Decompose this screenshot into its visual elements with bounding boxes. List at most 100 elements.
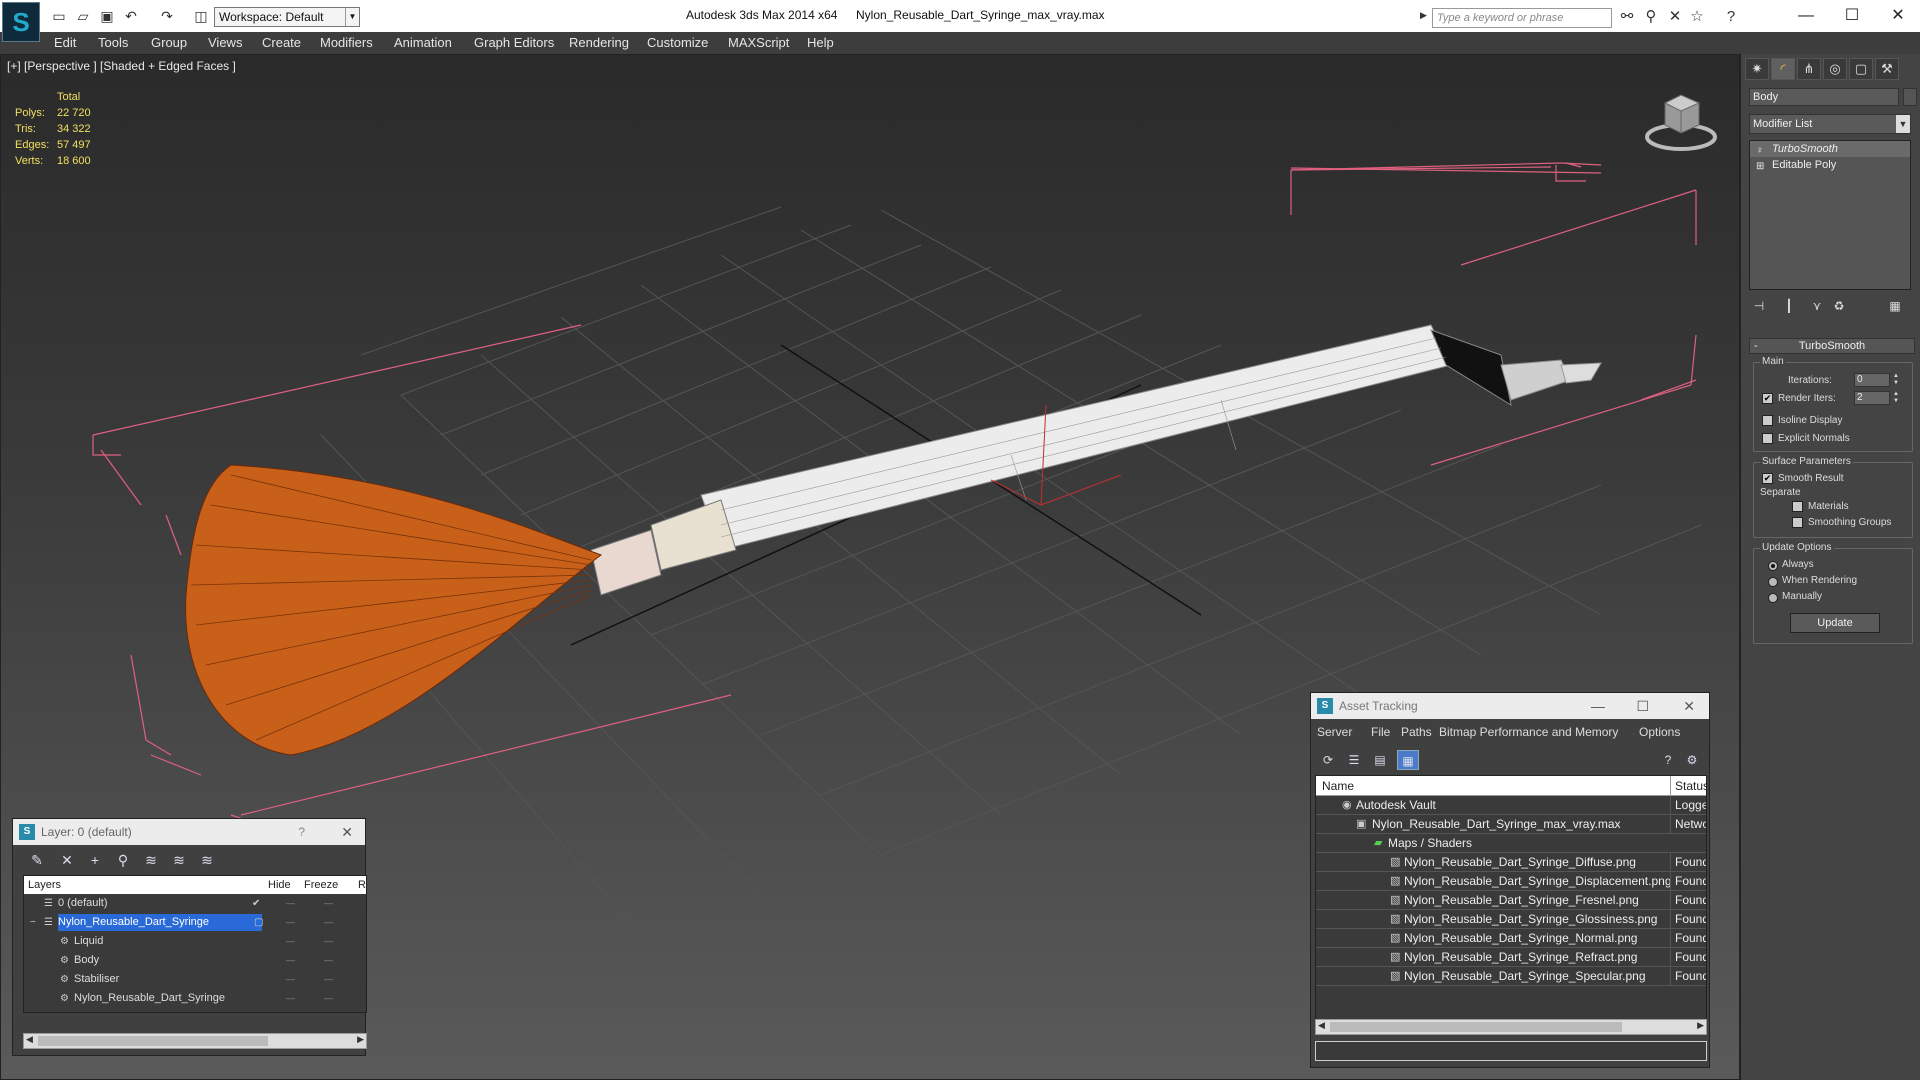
freeze-toggle[interactable]: — <box>324 970 333 989</box>
column-status[interactable]: Status <box>1670 776 1706 796</box>
minimize-icon[interactable]: — <box>1591 693 1605 719</box>
render-iters-spinner-arrows[interactable]: ▲ ▼ <box>1892 391 1900 405</box>
menu-bitmap-performance[interactable]: Bitmap Performance and Memory <box>1439 725 1618 739</box>
scrollbar-thumb[interactable] <box>1330 1022 1622 1032</box>
menu-maxscript[interactable]: MAXScript <box>728 35 789 50</box>
update-always-radio[interactable] <box>1768 561 1778 571</box>
stack-item-turbosmooth[interactable]: ♀ TurboSmooth <box>1750 141 1910 157</box>
smoothing-groups-checkbox[interactable] <box>1792 517 1803 528</box>
table-view-icon[interactable]: ▦ <box>1397 750 1419 770</box>
object-name-field[interactable]: Body <box>1749 88 1899 106</box>
render-iters-checkbox[interactable]: ✔ <box>1762 393 1773 404</box>
horizontal-scrollbar[interactable]: ◀ ▶ <box>23 1033 367 1049</box>
open-file-icon[interactable]: ▱ <box>74 8 92 24</box>
communication-icon[interactable]: ✕ <box>1664 8 1686 26</box>
iterations-spinner[interactable]: 0 <box>1854 373 1890 387</box>
menu-help[interactable]: Help <box>807 35 834 50</box>
modify-tab-icon[interactable]: ◜ <box>1771 58 1795 80</box>
hide-all-layers-icon[interactable]: ≋ <box>197 851 217 869</box>
menu-file[interactable]: File <box>1371 725 1390 739</box>
menu-views[interactable]: Views <box>208 35 242 50</box>
pin-stack-icon[interactable]: ⊣ <box>1749 296 1769 316</box>
update-manually-radio[interactable] <box>1768 593 1778 603</box>
show-end-result-icon[interactable]: ┃ <box>1779 296 1799 316</box>
layer-row[interactable]: ⚙ Stabiliser — — <box>24 970 366 989</box>
asset-row[interactable]: ▧ Nylon_Reusable_Dart_Syringe_Refract.pn… <box>1316 948 1706 967</box>
iterations-spinner-arrows[interactable]: ▲ ▼ <box>1892 373 1900 387</box>
menu-group[interactable]: Group <box>151 35 187 50</box>
favorites-star-icon[interactable]: ☆ <box>1686 8 1708 26</box>
hide-toggle[interactable]: — <box>286 951 295 970</box>
object-color-swatch[interactable] <box>1903 88 1917 106</box>
viewcube-icon[interactable] <box>1641 85 1721 155</box>
delete-layer-icon[interactable]: ✕ <box>57 851 77 869</box>
close-icon[interactable]: ✕ <box>1878 4 1918 28</box>
render-iters-spinner[interactable]: 2 <box>1854 391 1890 405</box>
column-name[interactable]: Name <box>1322 776 1354 796</box>
menu-animation[interactable]: Animation <box>394 35 452 50</box>
minimize-icon[interactable]: — <box>1786 4 1826 28</box>
hide-toggle[interactable]: — <box>286 894 295 913</box>
redo-icon[interactable]: ↷ <box>158 8 176 24</box>
create-tab-icon[interactable]: ✷ <box>1745 58 1769 80</box>
asset-panel-titlebar[interactable]: S Asset Tracking — ☐ ✕ <box>1311 693 1709 719</box>
modifier-list-dropdown[interactable]: Modifier List ▼ <box>1749 114 1911 134</box>
layer-row[interactable]: ⚙ Body — — <box>24 951 366 970</box>
settings-icon[interactable]: ⚙ <box>1681 750 1703 770</box>
select-layer-icon[interactable]: ≋ <box>141 851 161 869</box>
expand-plus-icon[interactable]: ⊞ <box>1756 159 1764 175</box>
undo-icon[interactable]: ↶ <box>122 8 140 24</box>
help-icon[interactable]: ? <box>298 819 305 845</box>
hide-toggle[interactable]: — <box>286 989 295 1008</box>
maximize-icon[interactable]: ☐ <box>1636 693 1649 719</box>
smooth-result-checkbox[interactable]: ✔ <box>1762 473 1773 484</box>
menu-tools[interactable]: Tools <box>98 35 128 50</box>
layer-row[interactable]: ☰ 0 (default) ✔ — — <box>24 894 366 913</box>
hide-toggle[interactable]: — <box>286 913 295 932</box>
refresh-icon[interactable]: ⟳ <box>1317 750 1339 770</box>
horizontal-scrollbar[interactable]: ◀ ▶ <box>1315 1019 1707 1035</box>
list-view-icon[interactable]: ☰ <box>1343 750 1365 770</box>
column-layers[interactable]: Layers <box>28 876 61 894</box>
rollout-header[interactable]: - TurboSmooth <box>1749 338 1915 354</box>
hide-toggle[interactable]: — <box>286 970 295 989</box>
viewport-label[interactable]: [+] [Perspective ] [Shaded + Edged Faces… <box>7 59 236 73</box>
scrollbar-thumb[interactable] <box>38 1036 268 1046</box>
select-objects-icon[interactable]: ⚲ <box>113 851 133 869</box>
freeze-toggle[interactable]: — <box>324 932 333 951</box>
freeze-toggle[interactable]: — <box>324 989 333 1008</box>
freeze-toggle[interactable]: — <box>324 951 333 970</box>
menu-customize[interactable]: Customize <box>647 35 708 50</box>
materials-checkbox[interactable] <box>1792 501 1803 512</box>
menu-edit[interactable]: Edit <box>54 35 76 50</box>
column-hide[interactable]: Hide <box>268 876 291 894</box>
new-file-icon[interactable]: ▭ <box>50 8 68 24</box>
menu-modifiers[interactable]: Modifiers <box>320 35 373 50</box>
asset-row[interactable]: ▧ Nylon_Reusable_Dart_Syringe_Normal.png… <box>1316 929 1706 948</box>
save-file-icon[interactable]: ▣ <box>98 8 116 24</box>
search-input[interactable]: Type a keyword or phrase <box>1432 8 1612 28</box>
asset-row[interactable]: ▰ Maps / Shaders <box>1316 834 1706 853</box>
menu-create[interactable]: Create <box>262 35 301 50</box>
binoculars-icon[interactable]: ⚯ <box>1616 8 1638 26</box>
layer-row[interactable]: − ☰ Nylon_Reusable_Dart_Syringe ▢ — — <box>24 913 366 932</box>
app-logo-icon[interactable]: S <box>2 2 40 42</box>
close-icon[interactable]: ✕ <box>1683 693 1695 719</box>
scroll-left-icon[interactable]: ◀ <box>26 1034 33 1045</box>
explicit-normals-checkbox[interactable] <box>1762 433 1773 444</box>
layer-row[interactable]: ⚙ Liquid — — <box>24 932 366 951</box>
asset-row[interactable]: ▧ Nylon_Reusable_Dart_Syringe_Glossiness… <box>1316 910 1706 929</box>
scroll-right-icon[interactable]: ▶ <box>1697 1020 1704 1031</box>
layer-panel-titlebar[interactable]: S Layer: 0 (default) ? ✕ <box>13 819 365 845</box>
asset-row[interactable]: ▧ Nylon_Reusable_Dart_Syringe_Diffuse.pn… <box>1316 853 1706 872</box>
menu-server[interactable]: Server <box>1317 725 1352 739</box>
menu-paths[interactable]: Paths <box>1401 725 1432 739</box>
remove-modifier-icon[interactable]: ♻ <box>1829 296 1849 316</box>
column-freeze[interactable]: Freeze <box>304 876 338 894</box>
menu-rendering[interactable]: Rendering <box>569 35 629 50</box>
update-button[interactable]: Update <box>1790 613 1880 633</box>
search-expand-icon[interactable]: ▶ <box>1420 10 1427 21</box>
help-icon[interactable]: ? <box>1720 8 1742 26</box>
freeze-toggle[interactable]: — <box>324 913 333 932</box>
freeze-toggle[interactable]: — <box>324 894 333 913</box>
